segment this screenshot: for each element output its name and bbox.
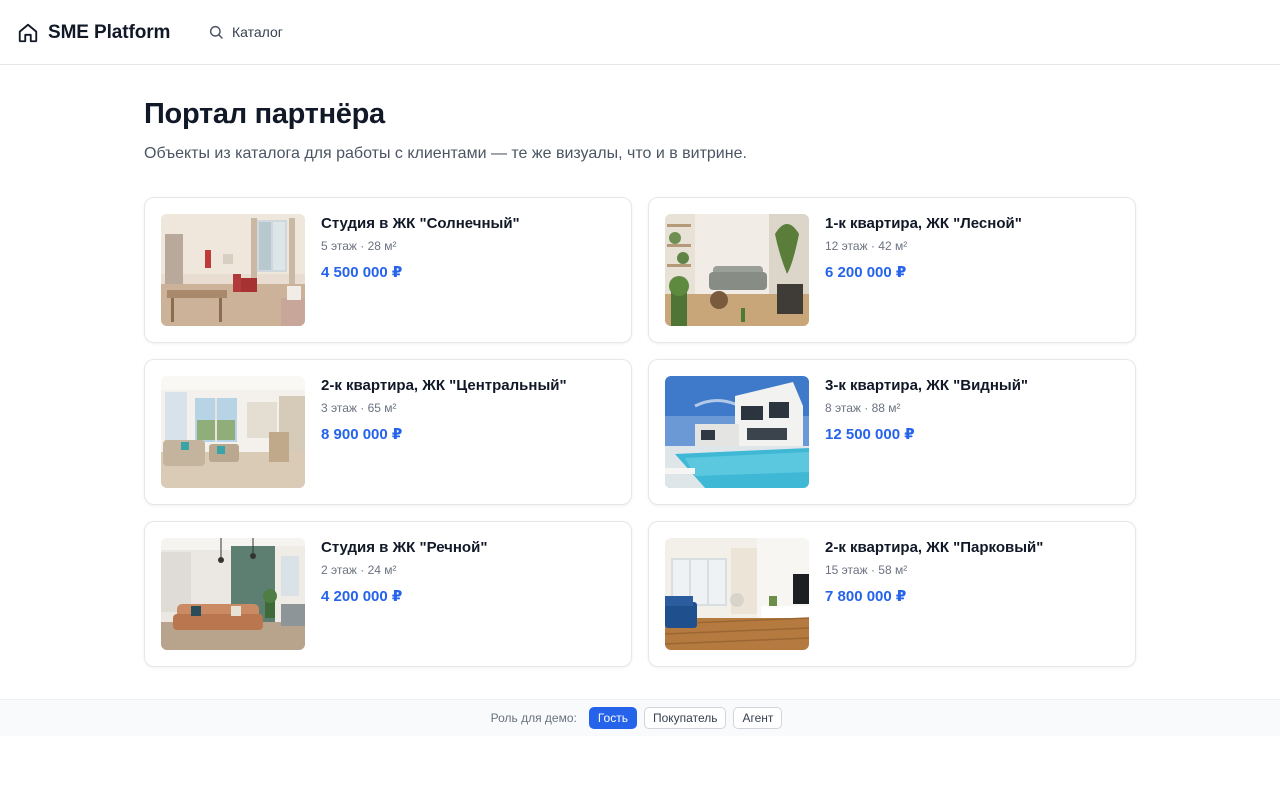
listing-meta: 15 этаж · 58 м² <box>825 563 908 577</box>
demo-role-bar: Роль для демо: Гость Покупатель Агент <box>0 699 1280 736</box>
listing-title: 1-к квартира, ЖК "Лесной" <box>825 215 1022 232</box>
page-subtitle: Объекты из каталога для работы с клиента… <box>144 145 747 162</box>
listing-price: 12 500 000 ₽ <box>825 426 915 443</box>
listing-title: Студия в ЖК "Солнечный" <box>321 215 520 232</box>
listing-price: 7 800 000 ₽ <box>825 588 907 605</box>
role-buyer-button[interactable]: Покупатель <box>643 707 727 729</box>
role-guest-button[interactable]: Гость <box>588 707 637 729</box>
listing-card[interactable]: Студия в ЖК "Солнечный" 5 этаж · 28 м² 4… <box>144 197 632 343</box>
role-label: Роль для демо: <box>490 711 577 725</box>
listing-photo <box>665 538 809 650</box>
role-agent-button[interactable]: Агент <box>733 707 783 729</box>
brand-link[interactable]: SME Platform <box>17 20 170 46</box>
listing-photo <box>161 214 305 326</box>
listing-meta: 8 этаж · 88 м² <box>825 401 901 415</box>
listing-title: Студия в ЖК "Речной" <box>321 539 488 556</box>
listing-price: 8 900 000 ₽ <box>321 426 403 443</box>
listing-photo <box>665 214 809 326</box>
listing-photo <box>665 376 809 488</box>
listing-meta: 3 этаж · 65 м² <box>321 401 397 415</box>
listing-card[interactable]: Студия в ЖК "Речной" 2 этаж · 24 м² 4 20… <box>144 521 632 667</box>
listing-meta: 12 этаж · 42 м² <box>825 239 908 253</box>
listing-price: 4 200 000 ₽ <box>321 588 403 605</box>
listing-card[interactable]: 2-к квартира, ЖК "Центральный" 3 этаж · … <box>144 359 632 505</box>
listing-title: 3-к квартира, ЖК "Видный" <box>825 377 1029 394</box>
listing-meta: 5 этаж · 28 м² <box>321 239 397 253</box>
listing-title: 2-к квартира, ЖК "Парковый" <box>825 539 1044 556</box>
home-icon <box>18 23 38 43</box>
search-icon <box>209 25 223 39</box>
listing-card[interactable]: 3-к квартира, ЖК "Видный" 8 этаж · 88 м²… <box>648 359 1136 505</box>
page-title: Портал партнёра <box>144 98 385 130</box>
listing-title: 2-к квартира, ЖК "Центральный" <box>321 377 567 394</box>
listing-price: 6 200 000 ₽ <box>825 264 907 281</box>
listing-meta: 2 этаж · 24 м² <box>321 563 397 577</box>
listings-grid: Студия в ЖК "Солнечный" 5 этаж · 28 м² 4… <box>144 197 1136 667</box>
listing-card[interactable]: 2-к квартира, ЖК "Парковый" 15 этаж · 58… <box>648 521 1136 667</box>
top-navigation-bar: SME Platform Каталог <box>0 0 1280 65</box>
brand-name: SME Platform <box>48 22 171 43</box>
nav-catalog-link[interactable]: Каталог <box>208 22 283 42</box>
nav-catalog-label: Каталог <box>232 24 283 40</box>
listing-price: 4 500 000 ₽ <box>321 264 403 281</box>
listing-photo <box>161 538 305 650</box>
listing-card[interactable]: 1-к квартира, ЖК "Лесной" 12 этаж · 42 м… <box>648 197 1136 343</box>
listing-photo <box>161 376 305 488</box>
